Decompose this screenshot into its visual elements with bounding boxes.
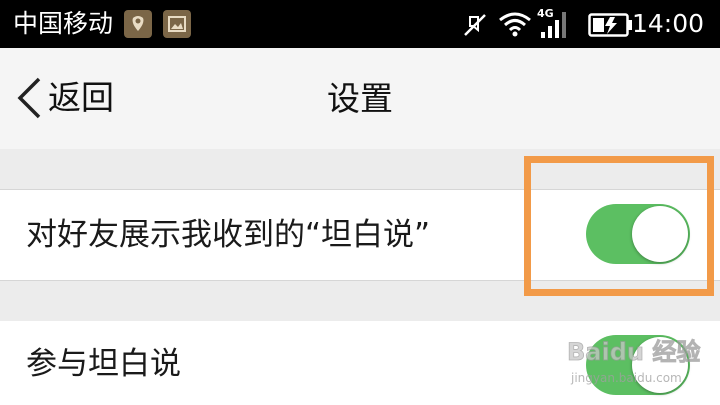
- notification-image-icon: [163, 10, 191, 38]
- setting-label: 参与坦白说: [26, 346, 181, 382]
- signal-icon: 4G: [537, 6, 573, 44]
- toggle-knob: [632, 206, 688, 262]
- wifi-icon: [497, 10, 533, 42]
- settings-screen: 中国移动 4G 14:00 返回 设置 对好友展示我收到的“坦白说” 参与坦白说…: [0, 0, 720, 405]
- setting-label: 对好友展示我收到的“坦白说”: [26, 217, 431, 253]
- status-time: 14:00: [631, 9, 704, 38]
- toggle-knob: [632, 337, 688, 393]
- section-divider: [0, 149, 720, 190]
- show-to-friends-toggle[interactable]: [586, 204, 690, 264]
- setting-row-show-to-friends: 对好友展示我收到的“坦白说”: [0, 190, 720, 280]
- status-bar: 中国移动 4G 14:00: [0, 0, 720, 48]
- page-title: 设置: [327, 79, 393, 118]
- notification-app-icon: [124, 10, 152, 38]
- mute-icon: [461, 11, 489, 43]
- nav-bar: 返回 设置: [0, 48, 720, 149]
- carrier-name: 中国移动: [13, 9, 114, 38]
- setting-row-participate: 参与坦白说: [0, 321, 720, 405]
- battery-charging-icon: [588, 12, 634, 42]
- network-type-label: 4G: [537, 7, 554, 20]
- participate-toggle[interactable]: [586, 335, 690, 395]
- section-divider: [0, 280, 720, 322]
